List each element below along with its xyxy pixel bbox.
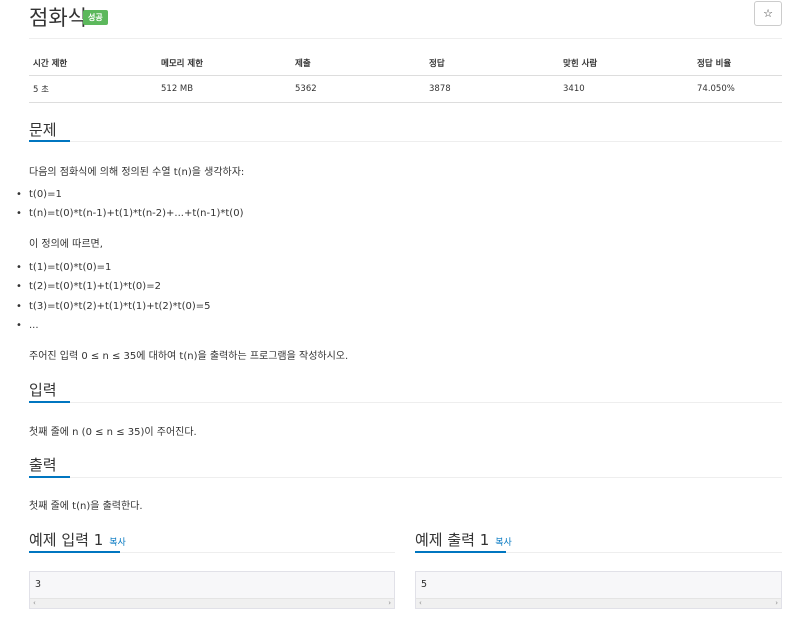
sample-output-box[interactable]: 5 ‹ › [415,571,782,609]
heading-underline [29,401,70,403]
sample-input-box[interactable]: 3 ‹ › [29,571,395,609]
table-cell: 512 MB [157,75,291,103]
table-cell[interactable]: 5362 [291,75,425,103]
sample-output-value: 5 [421,579,428,590]
list-item: t(3)=t(0)*t(2)+t(1)*t(1)+t(2)*t(0)=5 [16,301,210,312]
table-cell[interactable]: 3878 [425,75,559,103]
heading-underline [415,551,506,553]
horizontal-scrollbar[interactable]: ‹ › [416,598,781,608]
table-cell: 5 초 [29,75,157,103]
table-cell: 74.050% [693,75,782,103]
sample-output-heading: 예제 출력 1 복사 [415,529,512,550]
column-header: 정답 비율 [693,52,782,76]
column-header: 메모리 제한 [157,52,291,76]
scroll-right-icon[interactable]: › [388,599,391,607]
input-heading: 입력 [29,381,57,399]
output-description: 첫째 줄에 t(n)을 출력한다. [29,501,143,512]
problem-info-table: 시간 제한 메모리 제한 제출 정답 맞힌 사람 정답 비율 5 초 512 M… [29,52,782,103]
heading-underline [29,140,70,142]
list-item: t(0)=1 [16,189,62,200]
table-cell[interactable]: 3410 [559,75,693,103]
problem-heading: 문제 [29,121,57,139]
sample-input-heading: 예제 입력 1 복사 [29,529,126,550]
sample-input-value: 3 [35,579,42,590]
list-item: t(n)=t(0)*t(n-1)+t(1)*t(n-2)+...+t(n-1)*… [16,208,243,219]
heading-underline [29,551,120,553]
scroll-left-icon[interactable]: ‹ [419,599,422,607]
copy-output-link[interactable]: 복사 [495,538,512,548]
table-row: 5 초 512 MB 5362 3878 3410 74.050% [29,75,782,103]
problem-follow-text: 이 정의에 따르면, [29,239,103,250]
status-badge: 성공 [83,10,108,25]
list-item: t(1)=t(0)*t(0)=1 [16,262,111,273]
divider [29,141,782,142]
table-header-row: 시간 제한 메모리 제한 제출 정답 맞힌 사람 정답 비율 [29,52,782,76]
problem-intro: 다음의 점화식에 의해 정의된 수열 t(n)을 생각하자: [29,167,245,178]
list-item: ... [16,320,39,331]
copy-input-link[interactable]: 복사 [109,538,126,548]
heading-underline [29,476,70,478]
scroll-left-icon[interactable]: ‹ [33,599,36,607]
star-icon: ☆ [763,7,773,20]
page-title: 점화식 [29,6,87,30]
list-item: t(2)=t(0)*t(1)+t(1)*t(0)=2 [16,281,161,292]
horizontal-scrollbar[interactable]: ‹ › [30,598,394,608]
column-header: 시간 제한 [29,52,157,76]
column-header: 제출 [291,52,425,76]
divider [29,477,782,478]
column-header: 맞힌 사람 [559,52,693,76]
sample-input-title: 예제 입력 1 [29,531,104,549]
problem-header: 점화식 성공 ☆ [29,0,782,39]
column-header: 정답 [425,52,559,76]
divider [29,402,782,403]
input-description: 첫째 줄에 n (0 ≤ n ≤ 35)이 주어진다. [29,427,197,438]
problem-task: 주어진 입력 0 ≤ n ≤ 35에 대하여 t(n)을 출력하는 프로그램을 … [29,351,349,362]
scroll-right-icon[interactable]: › [775,599,778,607]
output-heading: 출력 [29,456,57,474]
star-button[interactable]: ☆ [754,1,782,26]
sample-output-title: 예제 출력 1 [415,531,490,549]
